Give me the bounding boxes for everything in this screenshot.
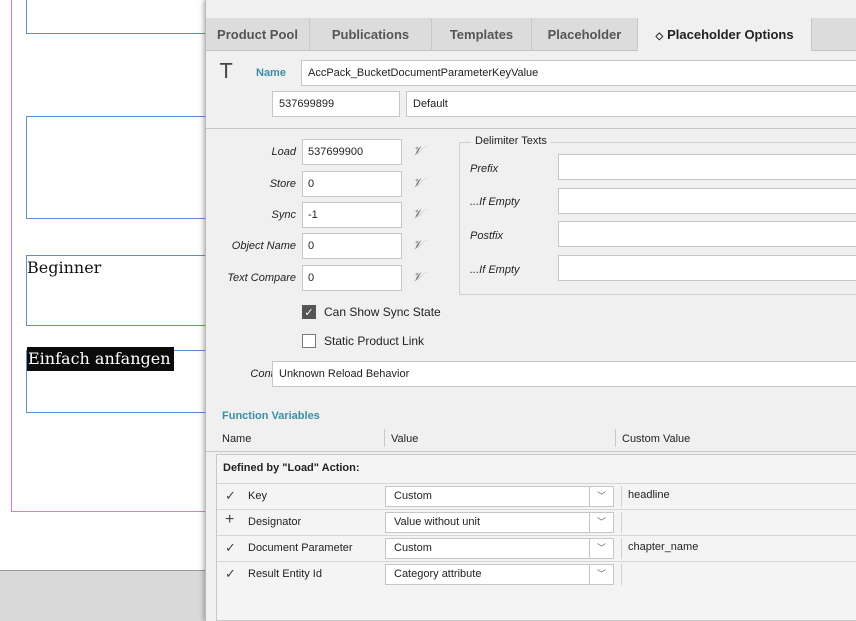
sync-input[interactable]: -1 xyxy=(302,202,402,228)
check-icon: ✓ xyxy=(225,540,236,555)
variable-name: Designator xyxy=(248,516,302,528)
prefix-empty-input[interactable] xyxy=(558,188,856,214)
table-row[interactable]: + Designator Value without unit ﹀ xyxy=(217,509,856,534)
sync-label: Sync xyxy=(271,209,296,221)
name-input[interactable]: AccPack_BucketDocumentParameterKeyValue xyxy=(301,60,856,86)
store-label: Store xyxy=(269,178,296,190)
variable-name: Key xyxy=(248,490,267,502)
postfix-empty-label: ...If Empty xyxy=(470,264,520,276)
load-label: Load xyxy=(271,146,296,158)
postfix-label: Postfix xyxy=(470,230,504,242)
action-link-icon[interactable]: 𝒱 xyxy=(412,144,423,159)
checkbox-unchecked-icon[interactable] xyxy=(302,334,316,348)
checkbox-label: Static Product Link xyxy=(324,334,425,348)
postfix-input[interactable] xyxy=(558,221,856,247)
action-link-icon[interactable]: 𝒱 xyxy=(412,207,423,222)
action-link-icon[interactable]: 𝒱 xyxy=(412,238,423,253)
static-product-link-checkbox[interactable]: Static Product Link xyxy=(302,334,424,348)
delimiter-texts-title: Delimiter Texts xyxy=(471,135,551,147)
value-select-text: Custom xyxy=(394,542,432,554)
column-divider[interactable] xyxy=(615,429,616,447)
panel-drag-handle[interactable] xyxy=(206,0,856,18)
frame-text-selected[interactable]: Einfach anfangen xyxy=(27,347,174,371)
variable-name: Document Parameter xyxy=(248,542,353,554)
chevron-down-icon[interactable]: ﹀ xyxy=(589,565,613,584)
value-select-text: Category attribute xyxy=(394,568,482,580)
tab-product-pool[interactable]: Product Pool xyxy=(206,18,310,51)
custom-value-field[interactable] xyxy=(621,512,856,533)
load-input[interactable]: 537699900 xyxy=(302,139,402,165)
value-select[interactable]: Category attribute ﹀ xyxy=(385,564,614,585)
id-description-input[interactable]: Default xyxy=(406,91,856,117)
custom-value-field[interactable]: headline xyxy=(621,486,856,507)
value-select[interactable]: Custom ﹀ xyxy=(385,486,614,507)
prefix-label: Prefix xyxy=(470,163,499,175)
text-compare-input[interactable]: 0 xyxy=(302,265,402,291)
custom-value-field[interactable]: chapter_name xyxy=(621,538,856,559)
table-row[interactable]: ✓ Result Entity Id Category attribute ﹀ xyxy=(217,561,856,586)
object-name-input[interactable]: 0 xyxy=(302,233,402,259)
value-select[interactable]: Value without unit ﹀ xyxy=(385,512,614,533)
text-compare-label: Text Compare xyxy=(227,272,296,284)
text-type-icon: T xyxy=(220,59,233,83)
value-select-text: Custom xyxy=(394,490,432,502)
tab-placeholder[interactable]: Placeholder xyxy=(532,18,638,51)
column-divider[interactable] xyxy=(384,429,385,447)
tab-label: Placeholder Options xyxy=(667,27,794,42)
chevron-down-icon[interactable]: ﹀ xyxy=(589,487,613,506)
value-select[interactable]: Custom ﹀ xyxy=(385,538,614,559)
group-title: Defined by "Load" Action: xyxy=(223,462,360,474)
action-link-icon[interactable]: 𝒱 xyxy=(412,176,423,191)
col-value-header[interactable]: Value xyxy=(391,433,418,445)
postfix-empty-input[interactable] xyxy=(558,255,856,281)
placeholder-options-panel: Product Pool Publications Templates Plac… xyxy=(205,0,856,621)
value-select-text: Value without unit xyxy=(394,516,481,528)
content-select[interactable]: Unknown Reload Behavior xyxy=(272,361,856,387)
check-icon: ✓ xyxy=(225,566,236,581)
function-variables-header: Name Value Custom Value xyxy=(206,426,856,452)
table-row[interactable]: ✓ Key Custom ﹀ headline xyxy=(217,483,856,508)
panel-tabs: Product Pool Publications Templates Plac… xyxy=(206,18,856,52)
plus-icon: + xyxy=(225,511,235,528)
tab-placeholder-options[interactable]: ◇ Placeholder Options xyxy=(638,18,812,52)
object-name-label: Object Name xyxy=(231,240,296,252)
checkbox-checked-icon[interactable]: ✓ xyxy=(302,305,316,319)
col-name-header[interactable]: Name xyxy=(222,433,251,445)
chevron-down-icon[interactable]: ﹀ xyxy=(589,513,613,532)
chevron-down-icon[interactable]: ﹀ xyxy=(589,539,613,558)
can-show-sync-state-checkbox[interactable]: ✓ Can Show Sync State xyxy=(302,305,441,319)
id-input[interactable]: 537699899 xyxy=(272,91,400,117)
custom-value-field[interactable] xyxy=(621,564,856,585)
function-variables-title: Function Variables xyxy=(222,410,320,422)
frame-text-beginner[interactable]: Beginner xyxy=(27,258,101,277)
action-link-icon[interactable]: 𝒱 xyxy=(412,270,423,285)
table-row[interactable]: ✓ Document Parameter Custom ﹀ chapter_nam… xyxy=(217,535,856,560)
store-input[interactable]: 0 xyxy=(302,171,402,197)
tab-publications[interactable]: Publications xyxy=(310,18,432,51)
sort-icon: ◇ xyxy=(655,31,664,42)
prefix-empty-label: ...If Empty xyxy=(470,196,520,208)
prefix-input[interactable] xyxy=(558,154,856,180)
name-label: Name xyxy=(256,67,286,79)
checkbox-label: Can Show Sync State xyxy=(324,305,441,319)
function-variables-table: Defined by "Load" Action: ✓ Key Custom ﹀ … xyxy=(216,454,856,621)
check-icon: ✓ xyxy=(225,488,236,503)
col-custom-header[interactable]: Custom Value xyxy=(622,433,690,445)
variable-name: Result Entity Id xyxy=(248,568,322,580)
tab-templates[interactable]: Templates xyxy=(432,18,532,51)
